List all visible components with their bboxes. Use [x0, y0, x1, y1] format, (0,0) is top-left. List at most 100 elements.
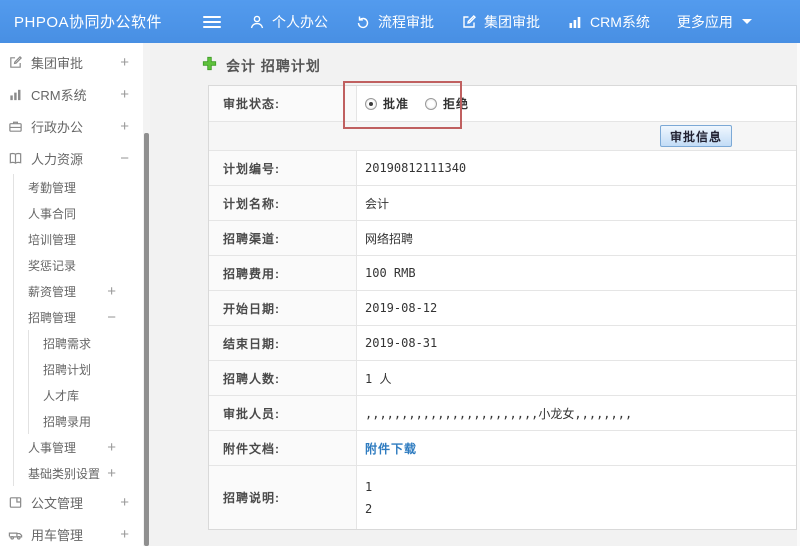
book-icon	[8, 151, 25, 166]
sidebar-item-attendance[interactable]: 考勤管理	[14, 174, 150, 200]
sidebar-item-recruit-mgmt[interactable]: 招聘管理 −	[14, 304, 150, 330]
sidebar-item-label: 人才库	[43, 388, 80, 403]
sidebar-item-vehicle-mgmt[interactable]: 用车管理 +	[0, 518, 150, 546]
nav-label: CRM系统	[590, 13, 650, 30]
field-value: ,,,,,,,,,,,,,,,,,,,,,,,,小龙女,,,,,,,,	[365, 406, 633, 421]
chart-icon	[567, 14, 583, 30]
caret-down-icon	[741, 19, 752, 24]
field-label: 结束日期:	[209, 326, 357, 360]
sidebar-item-crm[interactable]: CRM系统 +	[0, 78, 150, 110]
sidebar-item-label: 公文管理	[31, 495, 84, 511]
form-row-start-date: 开始日期: 2019-08-12	[209, 291, 796, 326]
form-row-plan-name: 计划名称: 会计	[209, 186, 796, 221]
field-value: 20190812111340	[365, 161, 467, 175]
form-row-status: 审批状态: 批准 拒绝	[209, 86, 796, 122]
recruit-submenu: 招聘需求 招聘计划 人才库 招聘录用	[28, 330, 150, 434]
form-row-plan-number: 计划编号: 20190812111340	[209, 151, 796, 186]
user-icon	[249, 14, 265, 30]
form-row-description: 招聘说明: 1 2	[209, 466, 796, 529]
expand-toggle[interactable]: +	[107, 439, 116, 456]
sidebar-item-personnel-mgmt[interactable]: 人事管理 +	[14, 434, 150, 460]
plus-icon	[202, 56, 217, 76]
hamburger-menu-icon[interactable]	[203, 13, 221, 31]
nav-label: 个人办公	[272, 13, 328, 30]
field-label: 招聘说明:	[209, 466, 357, 529]
sidebar-item-label: CRM系统	[31, 87, 87, 103]
nav-crm-system[interactable]: CRM系统	[567, 12, 650, 32]
field-value: 会计	[365, 196, 390, 211]
field-value: 2019-08-12	[365, 301, 438, 315]
sidebar-item-base-category[interactable]: 基础类别设置 +	[14, 460, 150, 486]
field-label: 计划名称:	[209, 186, 357, 220]
expand-toggle[interactable]: +	[120, 118, 129, 135]
page-title-text: 会计 招聘计划	[226, 58, 321, 74]
sidebar-item-group-approval[interactable]: 集团审批 +	[0, 46, 150, 78]
expand-toggle[interactable]: +	[120, 526, 129, 543]
collapse-toggle[interactable]: −	[107, 309, 116, 326]
sidebar-item-training[interactable]: 培训管理	[14, 226, 150, 252]
radio-reject[interactable]: 拒绝	[425, 95, 469, 112]
radio-checked-icon[interactable]	[365, 97, 377, 110]
briefcase-icon	[8, 119, 25, 134]
sidebar-item-human-resources[interactable]: 人力资源 −	[0, 142, 150, 174]
field-value: 100 RMB	[365, 266, 416, 280]
main-content: 会计 招聘计划 审批状态: 批准 拒绝 审批信息 计划编号: 201908121…	[150, 43, 800, 546]
expand-toggle[interactable]: +	[107, 283, 116, 300]
sidebar-item-label: 人力资源	[31, 151, 84, 167]
sidebar-item-label: 招聘管理	[28, 310, 77, 325]
nav-label: 流程审批	[378, 13, 434, 30]
nav-group-approval[interactable]: 集团审批	[461, 12, 540, 32]
sidebar-item-label: 基础类别设置	[28, 466, 101, 481]
collapse-toggle[interactable]: −	[120, 150, 129, 167]
form-toolbar-row: 审批信息	[209, 122, 796, 151]
radio-unchecked-icon[interactable]	[425, 97, 438, 110]
sidebar-item-talent-pool[interactable]: 人才库	[29, 382, 150, 408]
sidebar-item-label: 招聘计划	[43, 362, 92, 377]
expand-toggle[interactable]: +	[120, 54, 129, 71]
radio-approve[interactable]: 批准	[365, 95, 409, 112]
page-title: 会计 招聘计划	[202, 56, 321, 76]
app-logo: PHPOA协同办公软件	[14, 14, 163, 31]
field-value: 1 人	[365, 371, 392, 386]
field-label: 开始日期:	[209, 291, 357, 325]
field-value: 网络招聘	[365, 231, 414, 246]
nav-label: 更多应用	[676, 13, 733, 30]
status-options: 批准 拒绝	[357, 86, 796, 121]
sidebar-scrollbar-thumb[interactable]	[144, 133, 149, 546]
nav-process-approval[interactable]: 流程审批	[355, 12, 434, 32]
sidebar-item-recruit-plan[interactable]: 招聘计划	[29, 356, 150, 382]
nav-personal-office[interactable]: 个人办公	[249, 12, 328, 32]
sidebar-item-recruit-demand[interactable]: 招聘需求	[29, 330, 150, 356]
form-row-channel: 招聘渠道: 网络招聘	[209, 221, 796, 256]
approve-info-button[interactable]: 审批信息	[659, 125, 732, 147]
sidebar-item-recruit-hire[interactable]: 招聘录用	[29, 408, 150, 434]
sidebar-item-label: 招聘需求	[43, 336, 92, 351]
sidebar-item-label: 培训管理	[28, 232, 77, 247]
edit-icon	[8, 55, 25, 70]
nav-more-apps[interactable]: 更多应用	[677, 12, 752, 32]
form-row-attachment: 附件文档: 附件下载	[209, 431, 796, 466]
expand-toggle[interactable]: +	[120, 86, 129, 103]
expand-toggle[interactable]: +	[120, 494, 129, 511]
hr-submenu: 考勤管理 人事合同 培训管理 奖惩记录 薪资管理 + 招聘管理 − 招聘需求 招…	[13, 174, 150, 486]
attachment-download-link[interactable]: 附件下载	[365, 440, 417, 457]
sidebar-item-label: 招聘录用	[43, 414, 92, 429]
sidebar-item-rewards[interactable]: 奖惩记录	[14, 252, 150, 278]
sidebar-item-document-mgmt[interactable]: 公文管理 +	[0, 486, 150, 518]
field-label: 审批状态:	[209, 86, 357, 121]
field-label: 计划编号:	[209, 151, 357, 185]
expand-toggle[interactable]: +	[107, 465, 116, 482]
sidebar-item-hr-contract[interactable]: 人事合同	[14, 200, 150, 226]
description-line: 1	[365, 479, 373, 494]
sidebar-item-admin-office[interactable]: 行政办公 +	[0, 110, 150, 142]
field-label: 招聘渠道:	[209, 221, 357, 255]
field-label: 招聘费用:	[209, 256, 357, 290]
sidebar-item-label: 用车管理	[31, 527, 84, 543]
edit-icon	[461, 14, 477, 30]
field-label: 招聘人数:	[209, 361, 357, 395]
sidebar-scrollbar-track[interactable]	[143, 43, 150, 546]
field-label: 审批人员:	[209, 396, 357, 430]
document-icon	[8, 495, 25, 510]
sidebar-item-label: 考勤管理	[28, 180, 77, 195]
sidebar-item-salary[interactable]: 薪资管理 +	[14, 278, 150, 304]
